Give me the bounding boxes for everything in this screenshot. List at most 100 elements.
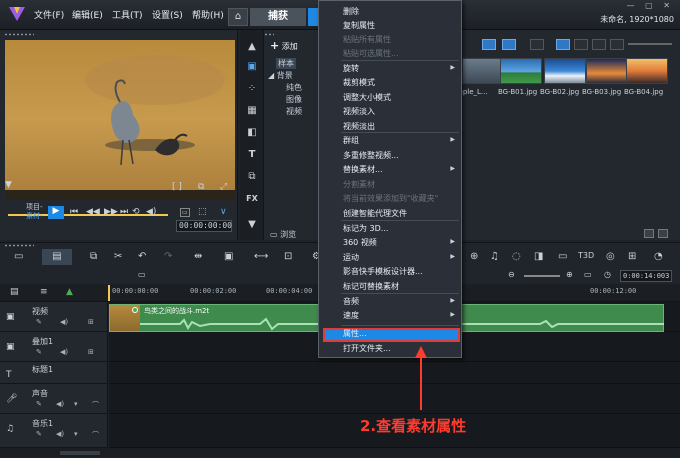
timeline-scrollbar[interactable] (0, 448, 680, 458)
context-menu-item[interactable]: 运动 (343, 252, 359, 263)
grid-icon[interactable]: ⊞ (88, 348, 94, 356)
fit-timeline-icon[interactable]: ⟷ (254, 251, 268, 262)
context-menu-item[interactable]: 视频淡入 (343, 106, 375, 117)
multicam-icon[interactable]: ⊞ (628, 251, 636, 262)
wave-icon[interactable]: ⌒ (92, 430, 99, 440)
subtitle-icon[interactable]: ▭ (558, 251, 567, 262)
mute-icon[interactable]: ◀) (60, 318, 68, 326)
tab-capture[interactable]: 捕获 (250, 8, 306, 26)
context-menu-item[interactable]: 将当前效果添加到"收藏夹" (343, 193, 438, 204)
split-icon[interactable]: ⇹ (194, 251, 202, 262)
cut-icon[interactable]: ✂ (114, 251, 122, 262)
context-menu-item[interactable]: 旋转 (343, 63, 359, 74)
context-menu-item[interactable]: 创建智能代理文件 (343, 208, 407, 219)
title-icon[interactable]: T (244, 148, 260, 162)
menu-help[interactable]: 帮助(H) (192, 8, 224, 21)
transition-icon[interactable]: ▦ (244, 104, 260, 118)
scrubber-handle-icon[interactable]: ▼ (5, 180, 12, 190)
context-menu-item[interactable]: 群组 (343, 135, 359, 146)
filter-icon[interactable]: ⧉ (244, 170, 260, 184)
hd-toggle[interactable]: ▭ (180, 208, 190, 217)
edit-track-icon[interactable]: ✎ (36, 430, 42, 438)
context-menu-item[interactable]: 替换素材... (343, 164, 383, 175)
dropdown-icon[interactable]: ▾ (74, 400, 78, 408)
context-menu-item[interactable]: 裁剪模式 (343, 77, 375, 88)
context-menu-item[interactable]: 调整大小模式 (343, 92, 391, 103)
context-menu-item[interactable]: 360 视频 (343, 237, 377, 248)
sort-button[interactable] (592, 39, 606, 50)
fx-icon[interactable]: FX (244, 192, 260, 206)
prev-frame-button[interactable]: ◀◀ (86, 207, 100, 217)
timeline-view-icon[interactable]: ▤ (42, 249, 72, 265)
motion-icon[interactable]: ◌ (512, 251, 521, 262)
home-tab-icon[interactable]: ⌂ (228, 8, 248, 26)
menu-file[interactable]: 文件(F) (34, 8, 64, 21)
browse-button[interactable]: ▭ 浏览 (270, 229, 296, 240)
speed-icon[interactable]: ◔ (654, 251, 663, 262)
repeat-icon[interactable]: ⟲ (132, 207, 140, 217)
panel-grip[interactable] (4, 33, 34, 36)
dropdown-icon[interactable]: ∨ (220, 207, 227, 217)
context-menu-item[interactable]: 音频 (343, 296, 359, 307)
collapse-icon[interactable]: ◢ (268, 71, 274, 80)
thumbnail-bg-b03[interactable] (586, 58, 628, 84)
context-menu-item[interactable]: 打开文件夹... (343, 343, 391, 354)
preview-timecode[interactable]: 00:00:00:00 (176, 220, 232, 232)
play-button[interactable]: ▶ (48, 206, 64, 219)
view-list-button[interactable] (556, 39, 570, 50)
context-menu-item[interactable]: 标记可替换素材 (343, 281, 399, 292)
graphics-icon[interactable]: ◧ (244, 126, 260, 140)
tree-item-video[interactable]: 视频 (286, 106, 302, 117)
menu-tools[interactable]: 工具(T) (112, 8, 143, 21)
context-menu-item[interactable]: 粘贴可选属性... (343, 48, 399, 59)
storyboard-view-icon[interactable]: ▭ (14, 251, 23, 262)
add-button[interactable]: + 添加 (270, 39, 298, 52)
instant-project-icon[interactable]: ⁘ (244, 82, 260, 96)
context-menu-item[interactable]: 多重修整视频... (343, 150, 399, 161)
chapter-cue-icon[interactable]: ≡ (40, 287, 48, 297)
wave-icon[interactable]: ⌒ (92, 400, 99, 410)
zoom-in-icon[interactable]: ⊕ (566, 270, 573, 279)
menu-edit[interactable]: 编辑(E) (72, 8, 103, 21)
zoom-slider[interactable] (524, 275, 560, 277)
mute-icon[interactable]: ◀) (56, 430, 64, 438)
redo-icon[interactable]: ↷ (164, 251, 172, 262)
home-button[interactable]: ⏮ (70, 207, 78, 217)
scrollbar-thumb[interactable] (60, 451, 100, 455)
music-icon[interactable]: ♫ (490, 251, 499, 262)
fit-icon[interactable]: ⬚ (198, 207, 207, 217)
chapter-icon[interactable]: ▭ (138, 270, 146, 279)
context-menu-item[interactable]: 复制属性 (343, 20, 375, 31)
color-grade-icon[interactable]: ◎ (606, 251, 615, 262)
context-menu-item[interactable]: 分割素材 (343, 179, 375, 190)
thumb-size-slider[interactable] (628, 43, 672, 45)
view-video-button[interactable] (482, 39, 496, 50)
context-menu-item[interactable]: 视频淡出 (343, 121, 375, 132)
copy-icon[interactable]: ⧉ (90, 251, 97, 262)
next-frame-button[interactable]: ▶▶ (104, 207, 118, 217)
context-menu-item[interactable]: 删除 (343, 6, 359, 17)
snapshot-icon[interactable]: ⧉ (198, 182, 204, 192)
track-manager-icon[interactable]: ▤ (10, 287, 19, 297)
dropdown-icon[interactable]: ▾ (74, 430, 78, 438)
view-thumbnail-button[interactable] (574, 39, 588, 50)
context-menu-item[interactable]: 影音快手模板设计器... (343, 266, 423, 277)
expand-icon[interactable]: ⤢ (220, 182, 227, 192)
volume-icon[interactable]: ◀) (146, 207, 156, 217)
window-controls[interactable]: — ▢ ✕ (627, 1, 674, 10)
mute-icon[interactable]: ◀) (60, 348, 68, 356)
tree-item-solid[interactable]: 纯色 (286, 82, 302, 93)
edit-track-icon[interactable]: ✎ (36, 400, 42, 408)
menu-settings[interactable]: 设置(S) (152, 8, 183, 21)
timeline-grip[interactable] (4, 244, 34, 247)
context-menu-item[interactable]: 速度 (343, 310, 359, 321)
tree-item-sample[interactable]: 样本 (276, 58, 296, 69)
context-menu-item[interactable]: 属性... (343, 328, 367, 339)
tree-item-image[interactable]: 图像 (286, 94, 302, 105)
mask-icon[interactable]: ◨ (534, 251, 543, 262)
media-icon[interactable]: ▣ (244, 60, 260, 74)
thumbnail-bg-b01[interactable] (500, 58, 542, 84)
thumbnail-bg-b02[interactable] (544, 58, 586, 84)
options-button[interactable] (610, 39, 624, 50)
edit-track-icon[interactable]: ✎ (36, 318, 42, 326)
